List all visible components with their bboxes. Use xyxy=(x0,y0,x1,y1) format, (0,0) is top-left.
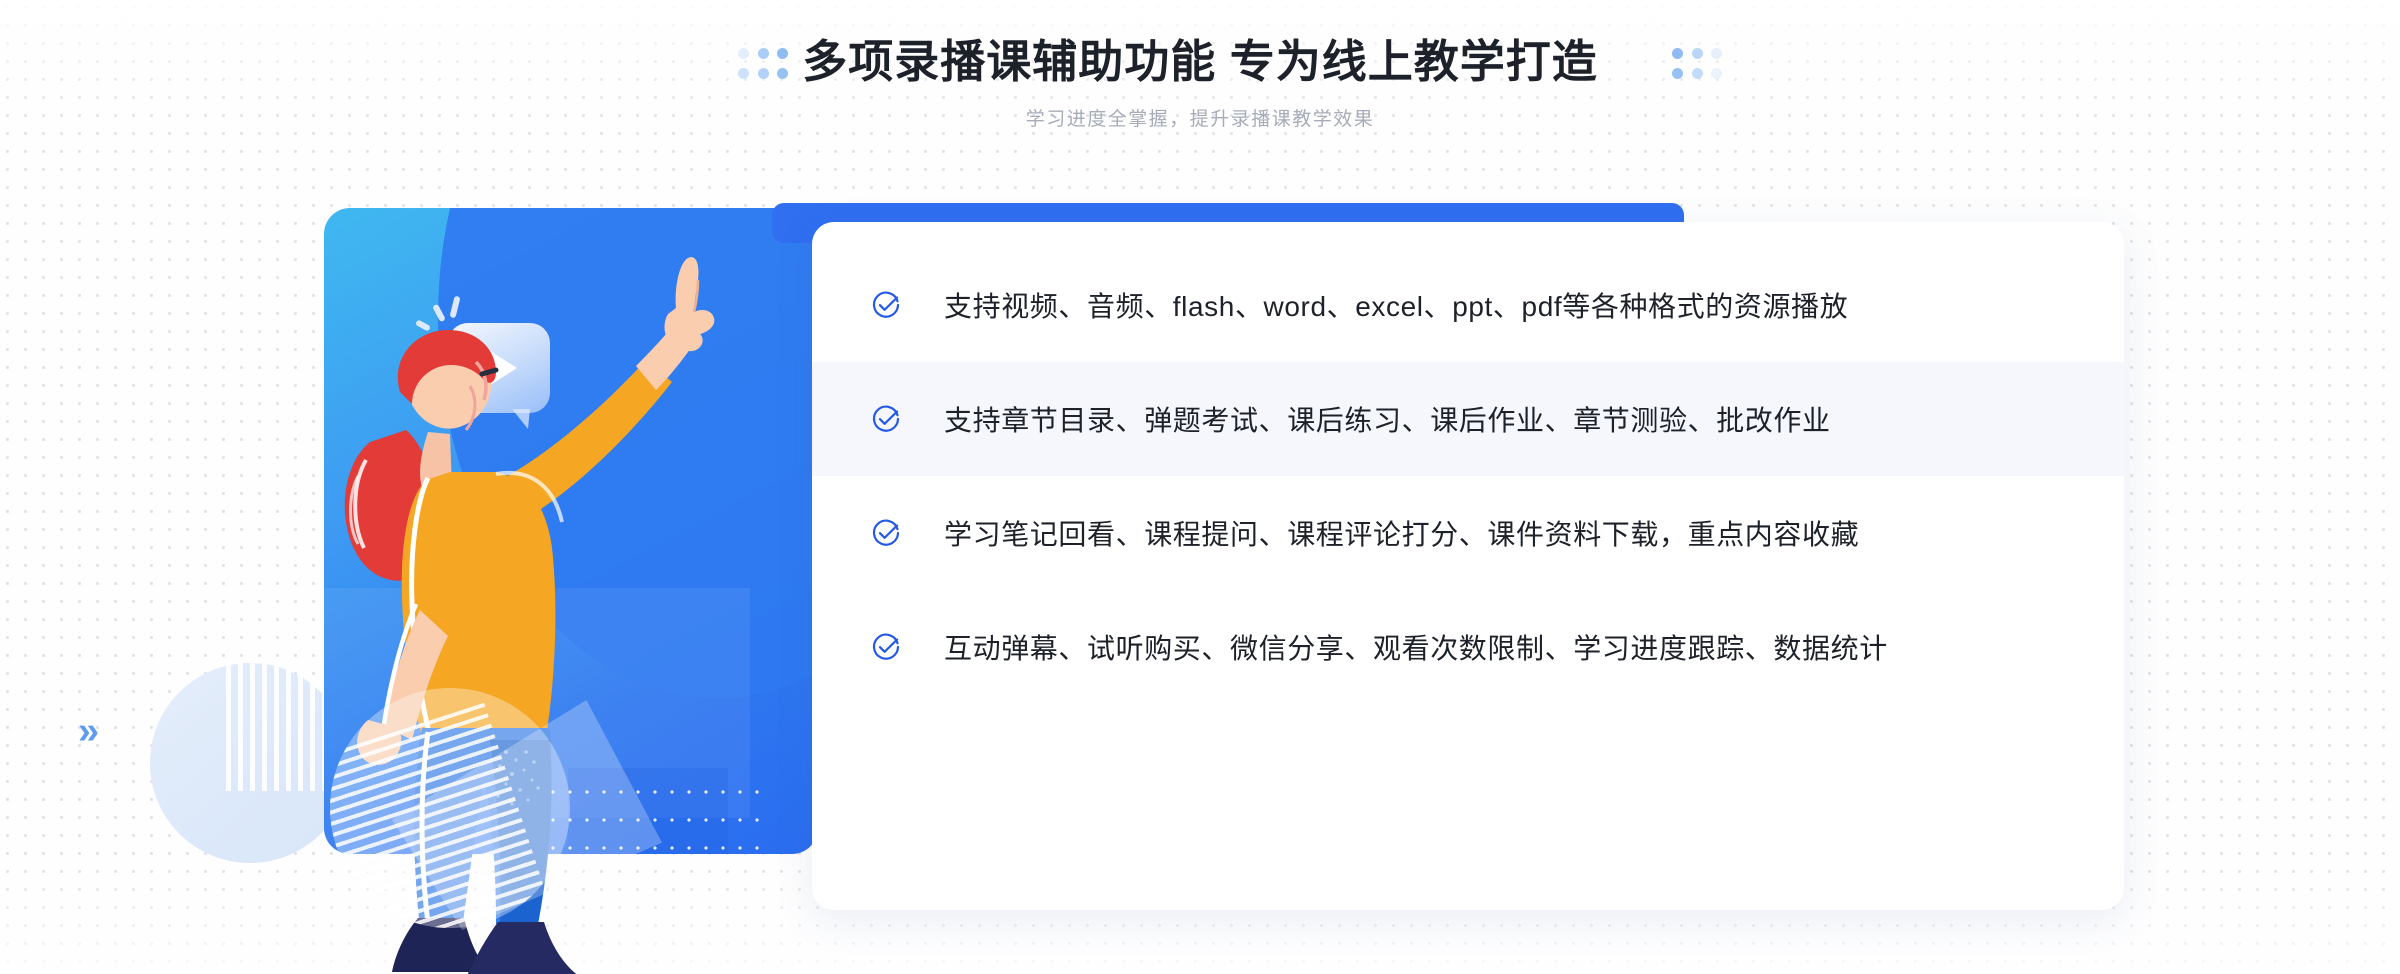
page-header: 多项录播课辅助功能 专为线上教学打造 学习进度全掌握，提升录播课教学效果 xyxy=(0,0,2400,170)
dot xyxy=(1672,48,1683,59)
dot xyxy=(1691,48,1703,59)
check-circle-icon xyxy=(872,519,900,546)
dot xyxy=(757,67,769,79)
dot xyxy=(777,67,789,79)
page-title: 多项录播课辅助功能 专为线上教学打造 xyxy=(802,36,1598,87)
decorative-dot-cluster-left xyxy=(738,48,792,82)
page-subtitle: 学习进度全掌握，提升录播课教学效果 xyxy=(1025,109,1375,131)
chevron-right-icon: » xyxy=(78,710,100,752)
check-circle-icon xyxy=(872,405,900,432)
dot xyxy=(738,48,749,59)
dot xyxy=(1711,48,1723,59)
check-circle-icon xyxy=(872,633,900,660)
feature-row[interactable]: 支持章节目录、弹题考试、课后练习、课后作业、章节测验、批改作业 xyxy=(812,362,2124,476)
feature-text: 学习笔记回看、课程提问、课程评论打分、课件资料下载，重点内容收藏 xyxy=(944,519,1860,550)
dot xyxy=(757,48,769,59)
feature-text: 支持章节目录、弹题考试、课后练习、课后作业、章节测验、批改作业 xyxy=(944,405,1831,436)
feature-row[interactable]: 互动弹幕、试听购买、微信分享、观看次数限制、学习进度跟踪、数据统计 xyxy=(812,590,2124,704)
page-root: » « 多项录播课辅助功能 专为线上教学打造 学习进度全掌握，提升录播课教学效果 xyxy=(0,0,2400,974)
dot xyxy=(1711,67,1723,79)
feature-text: 互动弹幕、试听购买、微信分享、观看次数限制、学习进度跟踪、数据统计 xyxy=(944,633,1888,664)
check-circle-icon xyxy=(872,291,900,318)
feature-list-card: 支持视频、音频、flash、word、excel、ppt、pdf等各种格式的资源… xyxy=(812,222,2124,910)
feature-row[interactable]: 支持视频、音频、flash、word、excel、ppt、pdf等各种格式的资源… xyxy=(812,248,2124,362)
feature-text: 支持视频、音频、flash、word、excel、ppt、pdf等各种格式的资源… xyxy=(944,291,1849,322)
decorative-dot-cluster-right xyxy=(1672,48,1726,82)
feature-list: 支持视频、音频、flash、word、excel、ppt、pdf等各种格式的资源… xyxy=(812,222,2124,910)
dot xyxy=(738,67,749,79)
dot xyxy=(1691,67,1703,79)
dot xyxy=(777,48,789,59)
feature-row[interactable]: 学习笔记回看、课程提问、课程评论打分、课件资料下载，重点内容收藏 xyxy=(812,476,2124,590)
dot xyxy=(1672,67,1683,79)
